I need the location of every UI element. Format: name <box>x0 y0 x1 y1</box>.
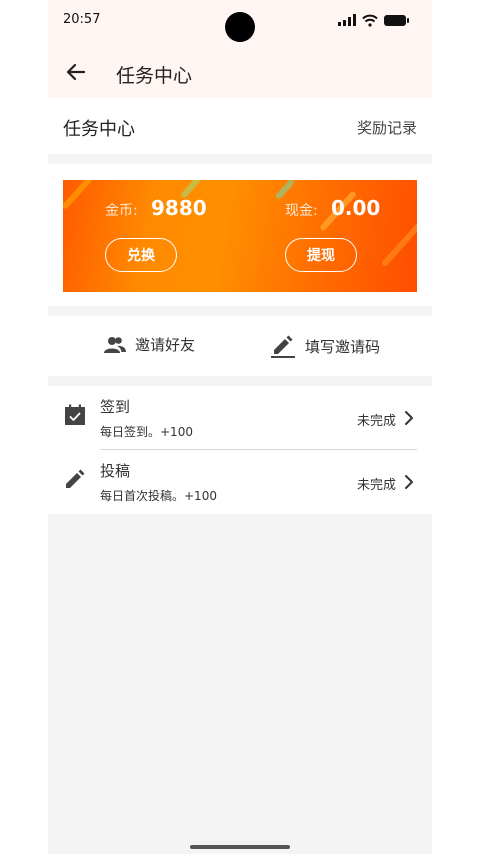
wallet-banner: 金币: 9880 现金: 0.00 兑换 提现 <box>63 180 417 292</box>
task-item-submit[interactable]: 投稿 每日首次投稿。+100 未完成 <box>48 450 432 514</box>
calendar-check-icon <box>65 404 85 425</box>
cash-balance: 0.00 <box>331 196 381 220</box>
coin-label: 金币: <box>105 203 138 219</box>
decor-streak <box>274 180 296 200</box>
task-description: 每日首次投稿。+100 <box>100 489 217 503</box>
wallet-card-container: 金币: 9880 现金: 0.00 兑换 提现 <box>48 164 432 306</box>
signal-icon <box>338 14 356 26</box>
task-status: 未完成 <box>356 414 396 429</box>
reward-record-link[interactable]: 奖励记录 <box>357 117 417 138</box>
status-time: 20:57 <box>63 12 101 27</box>
back-arrow-icon[interactable] <box>64 60 88 84</box>
wifi-icon <box>362 14 378 27</box>
task-name: 签到 <box>100 398 131 416</box>
page-title: 任务中心 <box>116 65 193 87</box>
withdraw-button[interactable]: 提现 <box>285 238 357 272</box>
decor-streak <box>63 180 93 210</box>
invite-row: 邀请好友 填写邀请码 <box>48 316 432 376</box>
task-description: 每日签到。+100 <box>100 425 193 439</box>
battery-icon <box>384 14 409 26</box>
invite-friends-label: 邀请好友 <box>135 336 196 354</box>
users-icon <box>104 336 126 353</box>
edit-icon <box>271 335 295 358</box>
task-status: 未完成 <box>356 478 396 493</box>
pencil-icon <box>66 469 85 488</box>
enter-invite-code-button[interactable]: 填写邀请码 <box>270 334 380 358</box>
enter-invite-code-label: 填写邀请码 <box>305 337 381 356</box>
cash-label: 现金: <box>285 203 318 219</box>
exchange-button[interactable]: 兑换 <box>105 238 177 272</box>
coin-balance: 9880 <box>151 196 207 220</box>
decor-streak <box>380 218 417 268</box>
section-header: 任务中心 奖励记录 <box>48 98 432 154</box>
chevron-right-icon <box>405 411 413 425</box>
invite-friends-button[interactable]: 邀请好友 <box>104 334 195 355</box>
top-bar: 20:57 任务中心 <box>48 0 432 98</box>
task-list: 签到 每日签到。+100 未完成 投稿 每日首次投稿。+100 未完成 <box>48 386 432 514</box>
status-icons <box>338 13 409 27</box>
section-title: 任务中心 <box>63 119 135 140</box>
home-indicator[interactable] <box>190 845 290 849</box>
task-item-sign-in[interactable]: 签到 每日签到。+100 未完成 <box>48 386 432 450</box>
task-name: 投稿 <box>100 462 131 480</box>
camera-cutout <box>225 12 255 42</box>
chevron-right-icon <box>405 475 413 489</box>
phone-screen: 20:57 任务中心 任务中心 奖励记录 金币: 9880 现金: 0.00 兑… <box>48 0 432 854</box>
